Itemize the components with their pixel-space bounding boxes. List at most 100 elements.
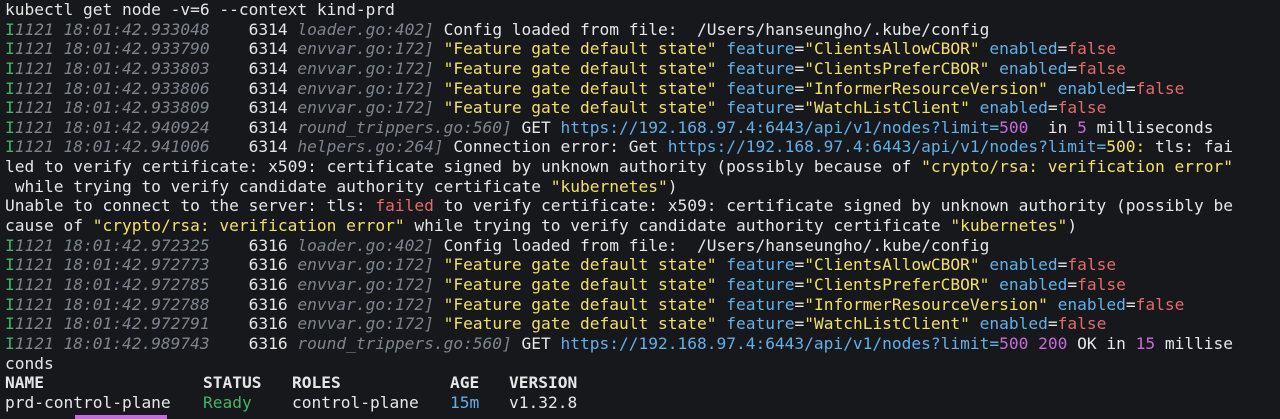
log-line: I1121 18:01:42.933048 6314 loader.go:402… (5, 20, 1276, 40)
error-line-2: while trying to verify candidate authori… (5, 177, 1276, 197)
node-roles: control-plane (292, 392, 419, 412)
log-timestamp: 1121 18:01:42.972325 (14, 235, 210, 255)
log-message: "Feature gate default state" (443, 58, 717, 78)
log-timestamp: 1121 18:01:42.933806 (14, 78, 210, 98)
log-pid: 6316 (248, 333, 288, 353)
enabled-key: enabled (979, 314, 1048, 334)
failed-word: failed (375, 196, 434, 216)
log-source: loader.go:402] (297, 235, 434, 255)
log-timestamp: 1121 18:01:42.933809 (14, 98, 210, 118)
enabled-key: enabled (999, 58, 1068, 78)
log-level: I (5, 294, 15, 314)
enabled-key: enabled (989, 39, 1058, 59)
log-timestamp: 1121 18:01:42.940924 (14, 117, 210, 137)
col-name-header: NAME (5, 373, 44, 393)
log-text: OK in (1067, 333, 1136, 353)
log-pid: 6316 (248, 235, 288, 255)
limit-value: 500 (999, 333, 1029, 353)
wrap-tail-line: conds (5, 353, 54, 373)
log-level: I (5, 39, 15, 59)
feature-value: "ClientsPreferCBOR" (804, 58, 990, 78)
log-pid: 6316 (248, 274, 288, 294)
col-version-header: VERSION (509, 373, 578, 393)
log-level: I (5, 274, 15, 294)
log-pid: 6316 (248, 294, 288, 314)
feature-key: feature (726, 255, 795, 275)
log-block-first: I1121 18:01:42.933048 6314 loader.go:402… (5, 20, 1276, 157)
request-url: https://192.168.97.4:6443/api/v1/nodes?l… (667, 137, 1107, 157)
command-line: kubectl get node -v=6 --context kind-prd (5, 0, 395, 19)
log-line: I1121 18:01:42.972788 6316 envvar.go:172… (5, 294, 1185, 314)
feature-key: feature (726, 274, 795, 294)
node-version: v1.32.8 (509, 392, 578, 412)
terminal-output[interactable]: kubectl get node -v=6 --context kind-prd… (0, 0, 1280, 412)
feature-value: "WatchListClient" (804, 314, 970, 334)
error-text: Unable to connect to the server: tls: (5, 196, 376, 216)
log-message: "Feature gate default state" (443, 98, 717, 118)
log-message: Connection error: Get (443, 137, 668, 157)
selection-highlight (75, 415, 167, 419)
log-pid: 6314 (248, 39, 288, 59)
enabled-value: false (1077, 274, 1126, 294)
log-source: envvar.go:172] (297, 98, 434, 118)
col-roles-header: ROLES (292, 373, 341, 393)
error-string: "kubernetes" (950, 216, 1068, 236)
node-name: prd-control-plane (5, 392, 171, 412)
connect-error-line-2: cause of "crypto/rsa: verification error… (5, 216, 1276, 236)
log-line: I1121 18:01:42.989743 6316 round_tripper… (5, 334, 1276, 354)
log-timestamp: 1121 18:01:42.933803 (14, 58, 210, 78)
request-url: https://192.168.97.4:6443/api/v1/nodes?l… (560, 333, 1000, 353)
enabled-value: false (1067, 255, 1117, 275)
log-line: I1121 18:01:42.933803 6314 envvar.go:172… (5, 58, 1126, 78)
log-source: round_trippers.go:560] (297, 333, 512, 353)
log-source: envvar.go:172] (297, 58, 434, 78)
log-pid: 6316 (248, 255, 288, 275)
log-level: I (5, 19, 15, 39)
log-source: envvar.go:172] (297, 314, 434, 334)
feature-key: feature (726, 314, 795, 334)
log-pid: 6314 (248, 58, 288, 78)
enabled-value: false (1135, 78, 1185, 98)
enabled-key: enabled (1057, 78, 1126, 98)
log-level: I (5, 255, 15, 275)
feature-value: "ClientsPreferCBOR" (804, 274, 990, 294)
log-message: "Feature gate default state" (443, 294, 717, 314)
limit-value: 500 (999, 117, 1029, 137)
log-line: I1121 18:01:42.940924 6314 round_tripper… (5, 118, 1276, 138)
error-text: while trying to verify candidate authori… (404, 216, 951, 236)
feature-key: feature (726, 58, 795, 78)
error-string: "kubernetes" (550, 176, 668, 196)
log-message: "Feature gate default state" (443, 39, 717, 59)
log-message: "Feature gate default state" (443, 314, 717, 334)
log-level: I (5, 78, 15, 98)
table-row: prd-control-plane Ready control-plane 15m v1… (5, 393, 1276, 413)
log-source: loader.go:402] (297, 19, 434, 39)
enabled-value: false (1067, 39, 1117, 59)
error-string: "crypto/rsa: verification error" (92, 216, 405, 236)
log-pid: 6316 (248, 314, 288, 334)
feature-value: "InformerResourceVersion" (804, 78, 1048, 98)
log-message: "Feature gate default state" (443, 274, 717, 294)
node-age: 15m (450, 392, 480, 412)
enabled-value: false (1057, 98, 1107, 118)
col-age-header: AGE (450, 373, 480, 393)
log-level: I (5, 137, 15, 157)
log-line: I1121 18:01:42.941006 6314 helpers.go:26… (5, 137, 1276, 157)
log-text: tls: fai (1145, 137, 1233, 157)
limit-value: 500: (1106, 137, 1146, 157)
feature-value: "InformerResourceVersion" (804, 294, 1048, 314)
error-text: ) (667, 176, 678, 196)
log-message: Config loaded from file: /Users/hanseung… (433, 19, 990, 39)
log-timestamp: 1121 18:01:42.972785 (14, 274, 210, 294)
log-source: envvar.go:172] (297, 78, 434, 98)
log-timestamp: 1121 18:01:42.933048 (14, 19, 210, 39)
log-line: I1121 18:01:42.972785 6316 envvar.go:172… (5, 274, 1126, 294)
log-level: I (5, 235, 15, 255)
log-source: envvar.go:172] (297, 39, 434, 59)
log-pid: 6314 (248, 137, 288, 157)
log-source: envvar.go:172] (297, 274, 434, 294)
log-line: I1121 18:01:42.933790 6314 envvar.go:172… (5, 39, 1117, 59)
http-method: GET (511, 333, 561, 353)
log-message: Config loaded from file: /Users/hanseung… (433, 235, 990, 255)
log-level: I (5, 117, 15, 137)
